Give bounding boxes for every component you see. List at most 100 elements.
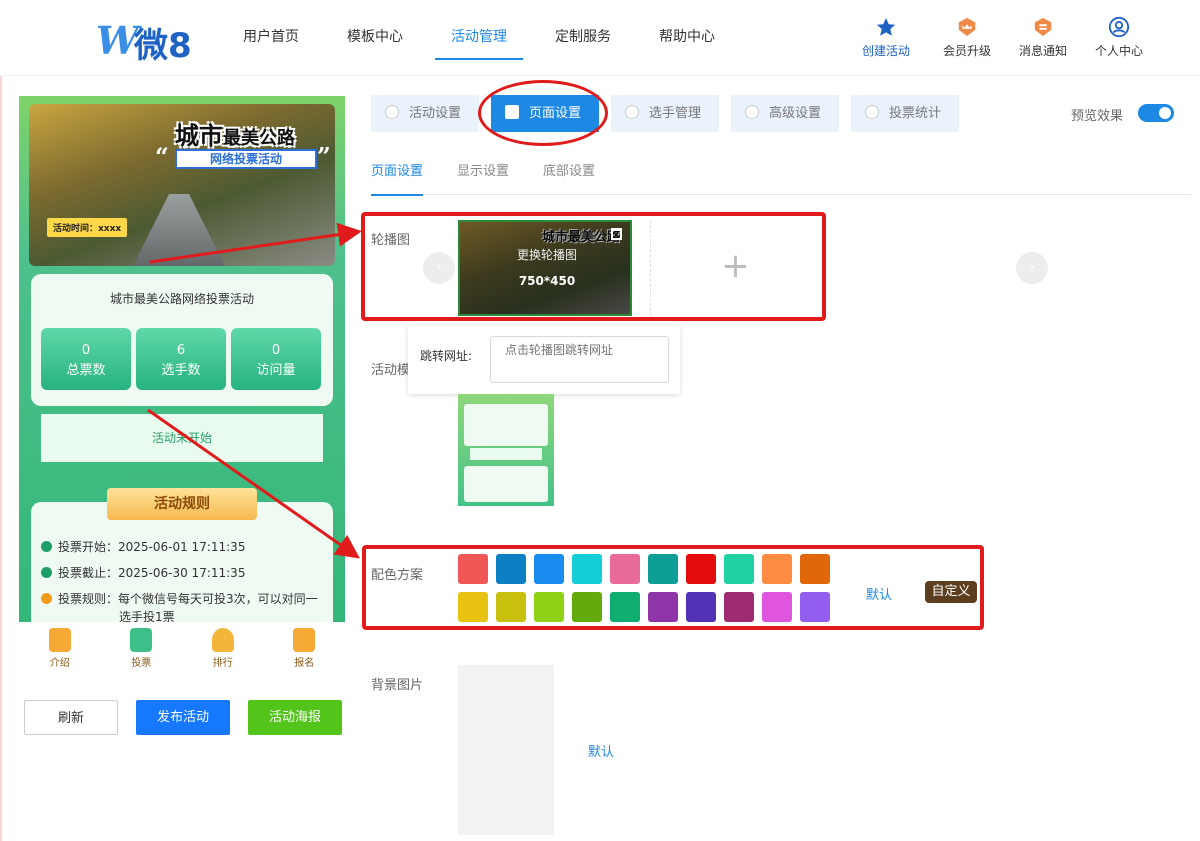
rule-text: 投票规则：每个微信号每天可投3次，可以对同一 — [58, 592, 318, 606]
background-label: 背景图片 — [371, 678, 424, 693]
main-tab-2[interactable]: 选手管理 — [611, 95, 719, 132]
publish-button[interactable]: 发布活动 — [136, 700, 230, 735]
background-image-slot[interactable] — [458, 665, 554, 835]
nav-icon-label: 消息通知 — [1018, 44, 1067, 58]
logo-text: 微8 — [134, 26, 192, 66]
stats-icon — [865, 105, 879, 119]
main-tab-0[interactable]: 活动设置 — [371, 95, 479, 132]
top-navbar: W 微8 用户首页 模板中心 活动管理 定制服务 帮助中心 创建活动 会员升级 消息通知 个人… — [0, 0, 1200, 76]
document-icon — [48, 628, 71, 652]
main-tab-label: 高级设置 — [769, 106, 822, 121]
edit-icon — [293, 628, 316, 652]
nav-link-3[interactable]: 定制服务 — [555, 0, 611, 76]
nav-icon-button-3[interactable]: 个人中心 — [1081, 16, 1157, 59]
rule-item: 投票截止：2025-06-30 17:11:35 — [41, 564, 245, 581]
preview-actions: 刷新 发布活动 活动海报 — [24, 700, 360, 735]
nav-icon-label: 创建活动 — [861, 44, 910, 58]
preview-label: 预览效果 — [1071, 109, 1124, 124]
sub-tabs: 页面设置 显示设置 底部设置 — [371, 160, 1191, 196]
highlight-box-colors — [362, 545, 984, 630]
advanced-icon — [745, 105, 759, 119]
tab-vote[interactable]: 投票 — [101, 622, 183, 672]
tab-label: 报名 — [294, 658, 315, 669]
main-tab-4[interactable]: 投票统计 — [851, 95, 959, 132]
rule-item: 投票开始：2025-06-01 17:11:35 — [41, 538, 245, 555]
main-tab-label: 投票统计 — [889, 106, 942, 121]
jump-url-input[interactable] — [490, 336, 669, 383]
stat-visits: 0 访问量 — [231, 328, 321, 390]
preview-banner: 城市最美公路 “ 网络投票活动 ” 活动时间：xxxx — [29, 104, 335, 266]
rule-item-cont: 选手投1票 — [119, 610, 175, 622]
nav-link-1[interactable]: 模板中心 — [347, 0, 403, 76]
nav-icons: 创建活动 会员升级 消息通知 个人中心 — [855, 16, 1157, 59]
background-default-button[interactable]: 默认 — [588, 741, 614, 760]
preview-toggle[interactable] — [1138, 104, 1174, 122]
template-thumbnail[interactable] — [458, 394, 554, 518]
rule-text: 投票截止：2025-06-30 17:11:35 — [58, 566, 246, 580]
tab-label: 排行 — [212, 658, 233, 669]
nav-icon-button-1[interactable]: 会员升级 — [929, 16, 1005, 59]
jump-url-popover: 跳转网址: — [408, 326, 680, 394]
stat-value: 0 — [271, 343, 281, 358]
highlight-box-carousel — [361, 212, 826, 321]
settings-icon — [385, 105, 399, 119]
stats-row: 0 总票数 6 选手数 0 访问量 — [41, 328, 326, 390]
nav-icon-button-2[interactable]: 消息通知 — [1005, 16, 1081, 59]
thumb-rules — [464, 466, 548, 502]
thumb-card — [464, 404, 548, 446]
stat-value: 6 — [176, 343, 186, 358]
sub-tab-2[interactable]: 底部设置 — [543, 160, 595, 195]
highlight-oval — [478, 80, 608, 146]
left-edge — [0, 76, 2, 841]
template-label: 活动模 — [371, 363, 411, 378]
ballot-icon — [130, 628, 153, 652]
nav-icon-button-0[interactable]: 创建活动 — [855, 16, 917, 59]
thumb-status — [470, 448, 542, 460]
nav-icon-label: 会员升级 — [942, 44, 991, 58]
star-icon — [875, 16, 897, 38]
user-icon — [1108, 16, 1130, 38]
rule-text: 投票开始：2025-06-01 17:11:35 — [58, 540, 246, 554]
info-icon — [41, 593, 52, 604]
crown-icon — [956, 16, 978, 38]
clock-icon — [41, 567, 52, 578]
sub-tab-1[interactable]: 显示设置 — [457, 160, 509, 195]
logo[interactable]: W 微8 — [96, 14, 196, 66]
nav-link-0[interactable]: 用户首页 — [243, 0, 299, 76]
trophy-icon — [211, 628, 234, 652]
stat-label: 总票数 — [66, 363, 106, 378]
main-tab-label: 选手管理 — [649, 106, 702, 121]
stat-label: 选手数 — [161, 363, 201, 378]
tab-signup[interactable]: 报名 — [264, 622, 346, 672]
carousel-next-button[interactable]: › — [1016, 252, 1048, 284]
main-tabs: 活动设置 页面设置 选手管理 高级设置 投票统计 — [371, 95, 971, 132]
stat-value: 0 — [81, 343, 91, 358]
tab-intro[interactable]: 介绍 — [19, 622, 101, 672]
nav-link-4[interactable]: 帮助中心 — [659, 0, 715, 76]
banner-subtitle: 网络投票活动 — [175, 149, 317, 169]
user-icon — [625, 105, 639, 119]
nav-icon-label: 个人中心 — [1094, 44, 1143, 58]
refresh-button[interactable]: 刷新 — [24, 700, 118, 735]
quote-close-icon: ” — [317, 142, 331, 171]
activity-status: 活动未开始 — [41, 414, 323, 462]
stat-total-votes: 0 总票数 — [41, 328, 131, 390]
main-tab-3[interactable]: 高级设置 — [731, 95, 839, 132]
stat-players: 6 选手数 — [136, 328, 226, 390]
clock-icon — [41, 541, 52, 552]
banner-time: 活动时间：xxxx — [47, 218, 128, 237]
banner-title: 城市最美公路 — [175, 116, 295, 151]
tab-ranking[interactable]: 排行 — [182, 622, 264, 672]
preview-bottom-tabs: 介绍 投票 排行 报名 — [19, 622, 345, 672]
road-image — [129, 194, 229, 266]
rules-title: 活动规则 — [107, 488, 257, 520]
stat-label: 访问量 — [256, 363, 296, 378]
activity-card: 城市最美公路网络投票活动 0 总票数 6 选手数 0 访问量 — [31, 274, 333, 406]
sub-tab-0[interactable]: 页面设置 — [371, 160, 424, 196]
quote-open-icon: “ — [155, 142, 169, 171]
activity-title: 城市最美公路网络投票活动 — [109, 292, 254, 306]
poster-button[interactable]: 活动海报 — [248, 700, 342, 735]
phone-preview[interactable]: 城市最美公路 “ 网络投票活动 ” 活动时间：xxxx 城市最美公路网络投票活动… — [19, 96, 345, 622]
nav-link-2[interactable]: 活动管理 — [435, 0, 523, 76]
jump-url-label: 跳转网址: — [420, 349, 473, 363]
